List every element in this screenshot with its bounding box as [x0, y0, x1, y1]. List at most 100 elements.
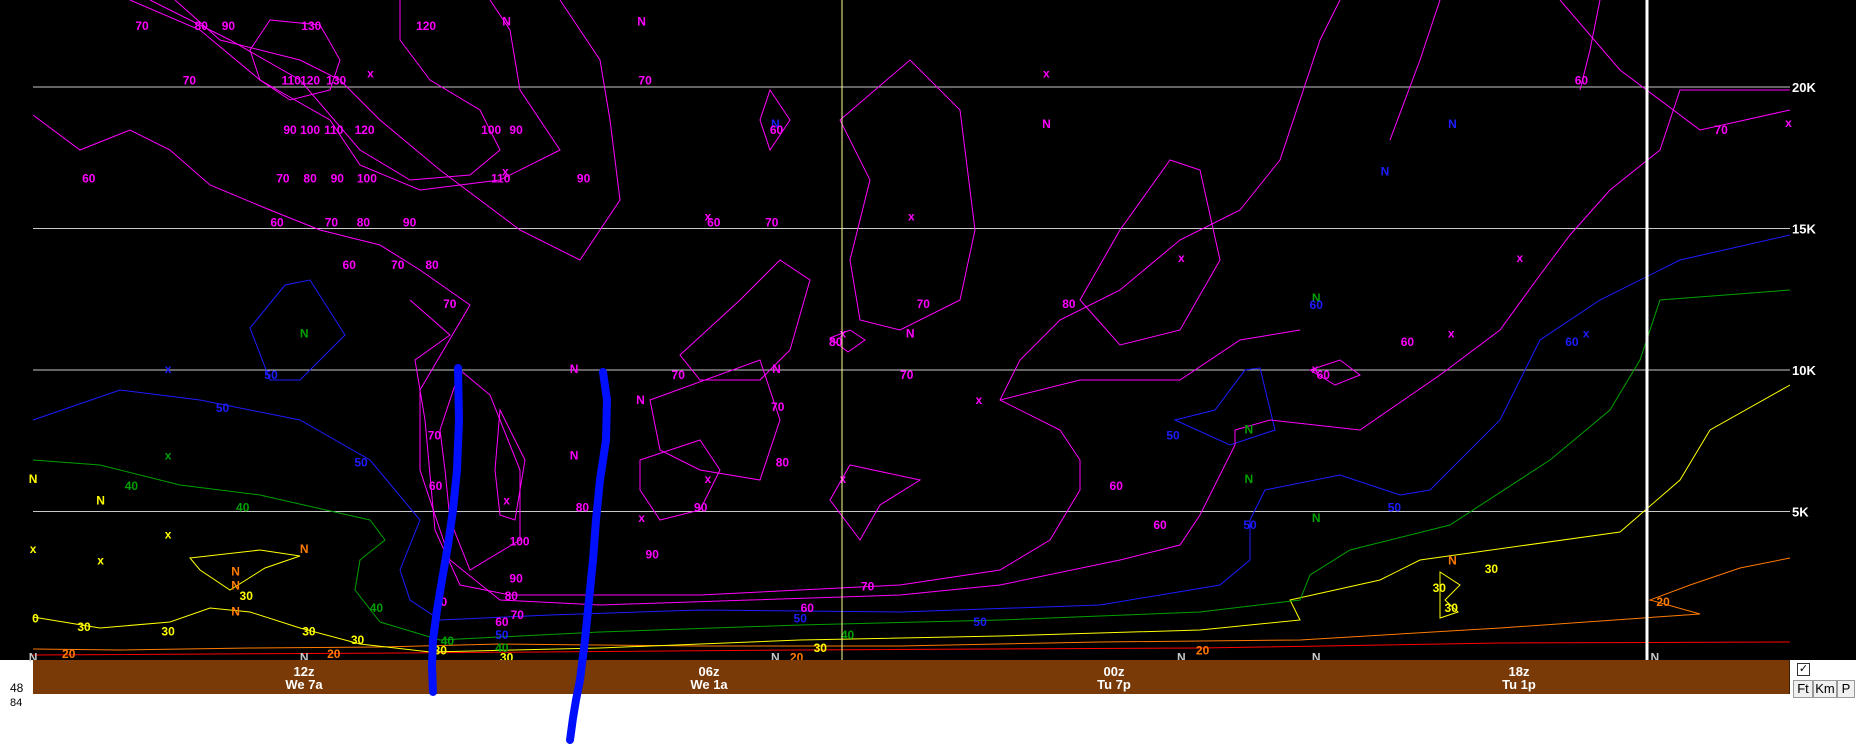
contour-label: 50	[1166, 428, 1180, 442]
contour-label: 70	[391, 258, 405, 272]
unit-button-km[interactable]: Km	[1813, 680, 1837, 698]
contour-label: 60	[1401, 335, 1415, 349]
contour-label: 120	[355, 123, 375, 137]
contour-label: 120	[300, 73, 320, 87]
contour-label: 80	[195, 19, 209, 33]
contour-label: 70	[638, 73, 652, 87]
contour-label: x	[908, 210, 915, 224]
contour-label: x	[165, 528, 172, 542]
contour-label: 70	[511, 608, 525, 622]
contour-label: N	[1448, 117, 1457, 131]
contour-label: 70	[900, 368, 914, 382]
contour-label: 40	[236, 500, 250, 514]
contour-label: 40	[125, 479, 139, 493]
contour-label: N	[96, 493, 105, 507]
contour-label: N	[1042, 117, 1051, 131]
contour-label: 60	[1310, 298, 1324, 312]
contour-label: 80	[829, 335, 843, 349]
altitude-tick-15K: 15K	[1792, 222, 1816, 237]
time-tick-local-0: We 7a	[285, 677, 323, 692]
contour-label: N	[29, 472, 38, 486]
contour-label: 70	[861, 580, 875, 594]
contour-label: 50	[973, 615, 987, 629]
contour-label: 70	[325, 215, 339, 229]
contour-label: 60	[429, 479, 443, 493]
contour-label: N	[231, 605, 240, 619]
contour-label: 80	[505, 589, 519, 603]
contour-label: 30	[161, 625, 175, 639]
contour-label: 50	[794, 612, 808, 626]
contour-label: 60	[343, 258, 357, 272]
contour-label: 60	[1317, 368, 1331, 382]
contour-label: 50	[354, 456, 368, 470]
contour-label: N	[1244, 422, 1253, 436]
contour-label: 90	[646, 548, 660, 562]
contour-label: 30	[351, 633, 365, 647]
time-tick-local-3: Tu 1p	[1502, 677, 1536, 692]
contour-label: x	[97, 554, 104, 568]
contour-label: 70	[276, 172, 290, 186]
time-tick-local-2: Tu 7p	[1097, 677, 1131, 692]
contour-label: 20	[1656, 595, 1670, 609]
left-number-2: 84	[10, 697, 23, 709]
contour-label: 70	[135, 19, 149, 33]
contour-label: 60	[1153, 518, 1167, 532]
contour-label: x	[367, 66, 374, 80]
contour-label: 80	[303, 172, 317, 186]
contour-label: N	[637, 14, 646, 28]
contour-label: 130	[326, 73, 346, 87]
cross-section-chart[interactable]: 70 80 90 130 120 N N70 110 120 130x70x6090 100 110 1…	[0, 0, 1856, 744]
contour-label: 80	[425, 258, 439, 272]
contour-label: 50	[216, 401, 230, 415]
contour-label: N	[1312, 511, 1321, 525]
unit-button-p[interactable]: P	[1837, 680, 1855, 698]
contour-label: 100	[300, 123, 320, 137]
contour-label: x	[502, 165, 509, 179]
contour-label: x	[1178, 251, 1185, 265]
contour-label: 70	[443, 297, 457, 311]
altitude-tick-5K: 5K	[1792, 505, 1809, 520]
contour-label: N	[1381, 165, 1390, 179]
contour-label: 90	[403, 215, 417, 229]
contour-label: 30	[814, 641, 828, 655]
left-number-1: 48	[10, 681, 24, 695]
contour-label: N	[1244, 472, 1253, 486]
contour-label: N	[1448, 554, 1457, 568]
contour-label: x	[1785, 116, 1792, 130]
contour-label: x	[165, 448, 172, 462]
contour-label: 70	[771, 400, 785, 414]
contour-label: 30	[1445, 601, 1459, 615]
contour-label: 130	[301, 19, 321, 33]
contour-label: 80	[357, 215, 371, 229]
contour-label: N	[636, 393, 645, 407]
contour-label: x	[1448, 327, 1455, 341]
contour-label: 100	[357, 172, 377, 186]
contour-label: 100	[481, 123, 501, 137]
contour-label: 100	[510, 535, 530, 549]
contour-label: 30	[77, 620, 91, 634]
contour-label: 90	[222, 19, 236, 33]
contour-label: x	[976, 393, 983, 407]
contour-label: 50	[495, 628, 509, 642]
contour-label: N	[906, 327, 915, 341]
contour-label: 60	[1575, 73, 1589, 87]
contour-label: 60	[1565, 335, 1579, 349]
contour-label: x	[503, 493, 510, 507]
contour-label: 0	[32, 612, 39, 626]
contour-label: 50	[1243, 518, 1257, 532]
overlay-checkbox[interactable]: ✓	[1797, 663, 1810, 676]
time-tick-local-1: We 1a	[690, 677, 728, 692]
contour-label: 70	[765, 215, 779, 229]
contour-label: 80	[1062, 297, 1076, 311]
contour-label: x	[638, 511, 645, 525]
unit-button-ft[interactable]: Ft	[1793, 680, 1813, 698]
contour-label: 30	[240, 589, 254, 603]
contour-label: N	[300, 542, 309, 556]
contour-label: x	[165, 362, 172, 376]
contour-label: N	[231, 564, 240, 578]
contour-label: 60	[270, 215, 284, 229]
plot-background	[0, 0, 1856, 660]
contour-label: 70	[428, 428, 442, 442]
contour-label: 110	[324, 123, 344, 137]
altitude-tick-20K: 20K	[1792, 80, 1816, 95]
